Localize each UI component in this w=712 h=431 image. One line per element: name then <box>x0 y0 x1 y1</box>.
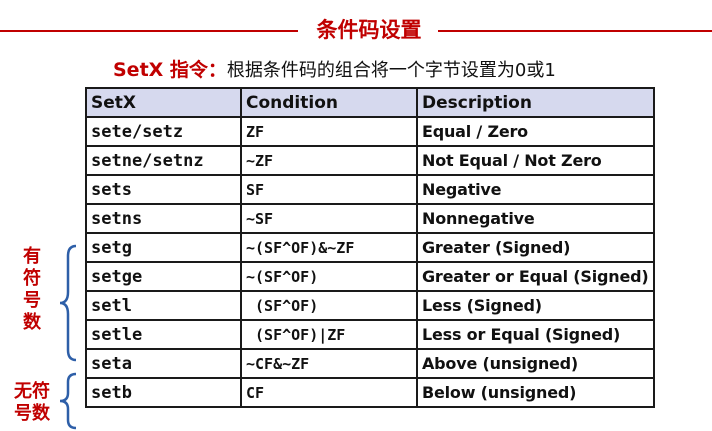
table-row: setl (SF^OF) Less (Signed) <box>85 290 655 321</box>
signed-label-char: 有 <box>23 246 41 267</box>
table-row: setle (SF^OF)|ZF Less or Equal (Signed) <box>85 319 655 350</box>
instruction-cell: seta <box>85 348 242 379</box>
table-row: sete/setz ZF Equal / Zero <box>85 116 655 147</box>
header-description: Description <box>416 87 655 118</box>
description-cell: Less (Signed) <box>416 290 655 321</box>
table-row: setb CF Below (unsigned) <box>85 377 655 408</box>
description-cell: Less or Equal (Signed) <box>416 319 655 350</box>
unsigned-group-label: 无符 号数 <box>8 381 56 425</box>
description-cell: Not Equal / Not Zero <box>416 145 655 176</box>
condition-cell: (SF^OF)|ZF <box>240 319 418 350</box>
table-row: setns ~SF Nonnegative <box>85 203 655 234</box>
setx-table: SetX Condition Description sete/setz ZF … <box>85 87 655 408</box>
description-cell: Below (unsigned) <box>416 377 655 408</box>
header-condition: Condition <box>240 87 418 118</box>
description-cell: Nonnegative <box>416 203 655 234</box>
instruction-cell: setb <box>85 377 242 408</box>
description-cell: Greater (Signed) <box>416 232 655 263</box>
instruction-cell: setle <box>85 319 242 350</box>
title-rule-right <box>438 30 712 32</box>
instruction-cell: sete/setz <box>85 116 242 147</box>
table-row: setg ~(SF^OF)&~ZF Greater (Signed) <box>85 232 655 263</box>
signed-label-char: 符 <box>23 268 41 289</box>
table-row: sets SF Negative <box>85 174 655 205</box>
description-cell: Negative <box>416 174 655 205</box>
signed-label-char: 数 <box>23 312 41 333</box>
unsigned-brace-icon <box>59 372 77 430</box>
instruction-cell: setg <box>85 232 242 263</box>
signed-brace-icon <box>59 244 77 362</box>
condition-cell: ~(SF^OF)&~ZF <box>240 232 418 263</box>
table-row: seta ~CF&~ZF Above (unsigned) <box>85 348 655 379</box>
instruction-cell: setne/setnz <box>85 145 242 176</box>
table-row: setge ~(SF^OF) Greater or Equal (Signed) <box>85 261 655 292</box>
signed-group-label: 有 符 号 数 <box>20 246 44 334</box>
subtitle-key: SetX 指令： <box>113 59 227 81</box>
condition-cell: ~CF&~ZF <box>240 348 418 379</box>
subtitle: SetX 指令：根据条件码的组合将一个字节设置为0或1 <box>113 54 556 87</box>
slide-title: 条件码设置 <box>316 18 422 42</box>
instruction-cell: setns <box>85 203 242 234</box>
condition-cell: (SF^OF) <box>240 290 418 321</box>
instruction-cell: setl <box>85 290 242 321</box>
table-header-row: SetX Condition Description <box>85 87 655 118</box>
description-cell: Greater or Equal (Signed) <box>416 261 655 292</box>
unsigned-label-line: 号数 <box>14 403 50 424</box>
condition-cell: CF <box>240 377 418 408</box>
condition-cell: ~ZF <box>240 145 418 176</box>
condition-cell: ~SF <box>240 203 418 234</box>
condition-cell: ZF <box>240 116 418 147</box>
unsigned-label-line: 无符 <box>14 381 50 402</box>
description-cell: Above (unsigned) <box>416 348 655 379</box>
table-row: setne/setnz ~ZF Not Equal / Not Zero <box>85 145 655 176</box>
subtitle-text: 根据条件码的组合将一个字节设置为0或1 <box>226 60 556 81</box>
instruction-cell: sets <box>85 174 242 205</box>
signed-label-char: 号 <box>23 290 41 311</box>
condition-cell: ~(SF^OF) <box>240 261 418 292</box>
description-cell: Equal / Zero <box>416 116 655 147</box>
instruction-cell: setge <box>85 261 242 292</box>
header-setx: SetX <box>85 87 242 118</box>
condition-cell: SF <box>240 174 418 205</box>
title-rule-left <box>0 30 298 32</box>
